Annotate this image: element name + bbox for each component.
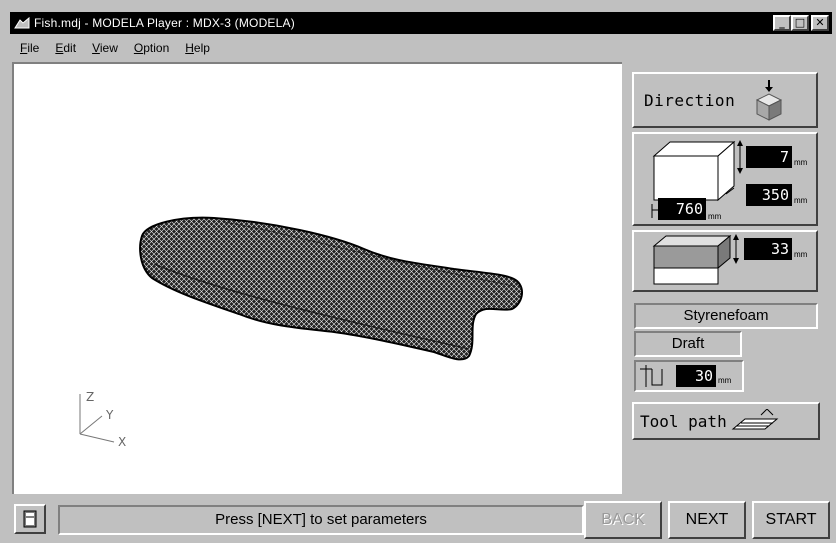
cut-depth-box: 30 mm [634, 360, 744, 392]
window-title: Fish.mdj - MODELA Player : MDX-3 (MODELA… [34, 16, 295, 30]
cut-depth-icon [640, 365, 663, 387]
direction-cube-icon [756, 80, 783, 121]
axis-y-label: Y [105, 408, 114, 422]
bottom-bar: Press [NEXT] to set parameters BACK NEXT… [10, 498, 832, 540]
status-message: Press [NEXT] to set parameters [58, 505, 584, 535]
material-name-field[interactable]: Styrenefoam [634, 303, 818, 329]
model-viewport[interactable]: Z Y X [12, 62, 622, 494]
axis-x-label: X [118, 435, 126, 449]
maximize-button[interactable]: □ [791, 15, 809, 31]
workpiece-width-unit: mm [708, 212, 722, 221]
cut-depth-display[interactable]: 30 [676, 365, 716, 387]
workpiece-size-box: 7 mm 350 mm 760 mm [632, 132, 818, 226]
parameter-panel: Direction 7 mm 350 mm 760 mm 33 mm Styre… [624, 62, 830, 494]
direction-label: Direction [644, 90, 736, 110]
start-button[interactable]: START [752, 501, 830, 539]
menu-edit[interactable]: Edit [55, 41, 76, 55]
workpiece-depth-display[interactable]: 350 [746, 184, 792, 206]
axis-gizmo: Z Y X [79, 390, 126, 449]
tool-path-label: Tool path [640, 411, 727, 431]
menu-file[interactable]: File [20, 41, 39, 55]
title-bar: Fish.mdj - MODELA Player : MDX-3 (MODELA… [10, 12, 832, 34]
workpiece-height-unit: mm [794, 158, 808, 167]
material-depth-unit: mm [794, 250, 808, 259]
close-button[interactable]: ✕ [811, 15, 829, 31]
file-icon-button[interactable] [14, 504, 46, 534]
axis-z-label: Z [86, 390, 94, 404]
material-depth-display[interactable]: 33 [744, 238, 792, 260]
material-size-box: 33 mm [632, 230, 818, 292]
cut-depth-unit: mm [718, 376, 732, 385]
app-icon [14, 16, 30, 30]
workpiece-depth-unit: mm [794, 196, 808, 205]
document-icon [23, 510, 37, 528]
back-button[interactable]: BACK [584, 501, 662, 539]
menu-bar: File Edit View Option Help [12, 38, 210, 58]
minimize-button[interactable]: _ [773, 15, 791, 31]
workpiece-height-display[interactable]: 7 [746, 146, 792, 168]
next-button[interactable]: NEXT [668, 501, 746, 539]
menu-option[interactable]: Option [134, 41, 169, 55]
quality-field[interactable]: Draft [634, 331, 742, 357]
direction-button[interactable]: Direction [632, 72, 818, 128]
menu-help[interactable]: Help [185, 41, 210, 55]
fish-model [139, 216, 524, 361]
tool-path-icon [731, 409, 779, 430]
tool-path-button[interactable]: Tool path [632, 402, 820, 440]
workpiece-width-display[interactable]: 760 [658, 198, 706, 220]
menu-view[interactable]: View [92, 41, 118, 55]
